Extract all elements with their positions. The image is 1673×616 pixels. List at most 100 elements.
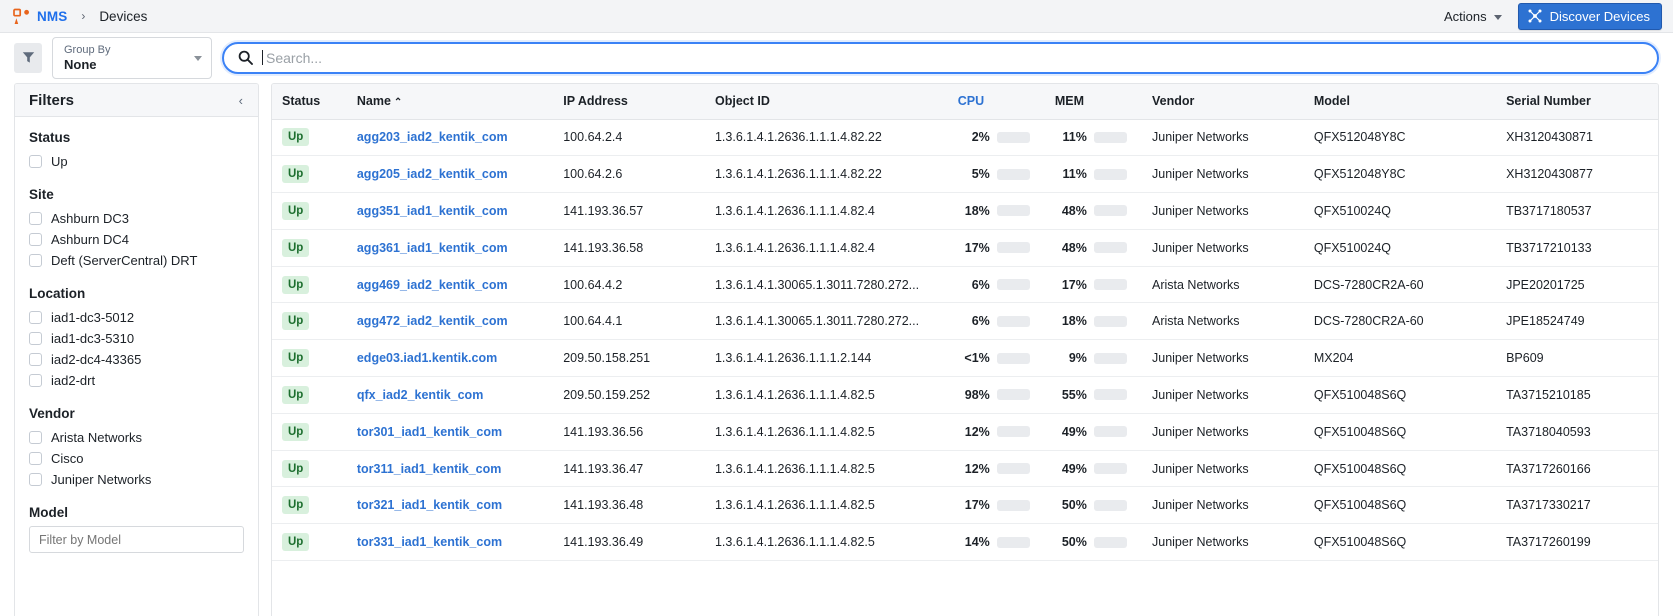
column-header-cpu[interactable]: CPU (947, 84, 1045, 120)
cell-mem-content: 48% (1055, 241, 1132, 255)
table-row[interactable]: Up agg351_iad1_kentik_com 141.193.36.57 1.3… (272, 192, 1658, 230)
cell-cpu: <1% (947, 339, 1045, 378)
device-name-link[interactable]: agg472_iad2_kentik_com (357, 314, 508, 328)
column-header-model[interactable]: Model (1303, 84, 1497, 120)
checkbox[interactable] (29, 332, 42, 345)
checkbox[interactable] (29, 473, 42, 486)
device-name-link[interactable]: tor311_iad1_kentik_com (357, 462, 502, 476)
checkbox[interactable] (29, 431, 42, 444)
checkbox[interactable] (29, 233, 42, 246)
cell-mem-content: 11% (1055, 130, 1132, 144)
table-row[interactable]: Up edge03.iad1.kentik.com 209.50.158.251 1.… (272, 339, 1658, 378)
facet-option-juniper-networks[interactable]: Juniper Networks (29, 469, 244, 490)
cell-object-id: 1.3.6.1.4.1.2636.1.1.1.4.82.5 (704, 450, 948, 488)
device-name-link[interactable]: qfx_iad2_kentik_com (357, 388, 483, 402)
device-name-link[interactable]: agg361_iad1_kentik_com (357, 241, 508, 255)
cell-name: qfx_iad2_kentik_com (346, 376, 554, 414)
table-row[interactable]: Up agg472_iad2_kentik_com 100.64.4.1 1.3.6.… (272, 302, 1658, 341)
cell-cpu-value: 12% (964, 461, 990, 476)
cell-name: tor331_iad1_kentik_com (346, 523, 554, 562)
table-row[interactable]: Up agg203_iad2_kentik_com 100.64.2.4 1.3.6.… (272, 119, 1658, 157)
filter-panel-toggle-button[interactable] (14, 42, 42, 73)
facet-group-vendor: Vendor Arista Networks Cisco Juniper Networ… (29, 406, 244, 490)
table-row[interactable]: Up tor311_iad1_kentik_com 141.193.36.47 1.3… (272, 450, 1658, 488)
device-name-link[interactable]: tor301_iad1_kentik_com (357, 425, 502, 439)
cell-cpu: 6% (947, 266, 1045, 304)
table-row[interactable]: Up agg361_iad1_kentik_com 141.193.36.58 1.3… (272, 229, 1658, 267)
cell-serial-number: TA3718040593 (1496, 413, 1658, 451)
facet-option-cisco[interactable]: Cisco (29, 448, 244, 469)
device-name-link[interactable]: edge03.iad1.kentik.com (357, 351, 497, 365)
cell-mem-content: 9% (1055, 351, 1132, 365)
cell-status: Up (272, 229, 347, 267)
cell-cpu-value: 17% (964, 240, 990, 255)
column-header-serial[interactable]: Serial Number (1496, 84, 1658, 120)
table-row[interactable]: Up agg205_iad2_kentik_com 100.64.2.6 1.3.6.… (272, 155, 1658, 194)
cell-name: tor321_iad1_kentik_com (346, 486, 554, 525)
collapse-sidebar-button[interactable]: ‹ (236, 92, 246, 109)
search-input[interactable]: Search... (222, 41, 1659, 74)
cell-vendor: Juniper Networks (1142, 376, 1304, 414)
mem-usage-bar (1093, 463, 1127, 475)
column-header-mem[interactable]: MEM (1044, 84, 1142, 120)
group-by-select[interactable]: Group By None (52, 36, 212, 79)
cell-status: Up (272, 413, 347, 451)
cell-cpu-value: 18% (964, 203, 990, 218)
checkbox[interactable] (29, 254, 42, 267)
cell-mem-content: 11% (1055, 167, 1132, 181)
device-name-link[interactable]: agg205_iad2_kentik_com (357, 167, 508, 181)
device-name-link[interactable]: tor321_iad1_kentik_com (357, 498, 502, 512)
checkbox[interactable] (29, 452, 42, 465)
table-row[interactable]: Up agg469_iad2_kentik_com 100.64.4.2 1.3.6.… (272, 266, 1658, 304)
cell-vendor: Juniper Networks (1142, 486, 1304, 525)
column-header-name[interactable]: Name ⌃ (346, 84, 554, 120)
column-header-ip[interactable]: IP Address (553, 84, 705, 120)
cell-name: agg361_iad1_kentik_com (346, 229, 554, 267)
cell-object-id: 1.3.6.1.4.1.2636.1.1.1.4.82.5 (704, 376, 948, 414)
table-row[interactable]: Up tor331_iad1_kentik_com 141.193.36.49 1.3… (272, 523, 1658, 562)
discover-devices-button[interactable]: Discover Devices (1517, 2, 1662, 30)
facet-option-ashburn-dc3[interactable]: Ashburn DC3 (29, 208, 244, 229)
column-header-status[interactable]: Status (272, 84, 347, 120)
facet-option-iad2-drt[interactable]: iad2-drt (29, 370, 244, 391)
cell-ip: 100.64.4.2 (553, 266, 705, 304)
facet-option-iad1-dc3-5012[interactable]: iad1-dc3-5012 (29, 307, 244, 328)
table-row[interactable]: Up qfx_iad2_kentik_com 209.50.159.252 1.3.6… (272, 376, 1658, 414)
actions-button[interactable]: Actions (1441, 5, 1505, 28)
checkbox[interactable] (29, 374, 42, 387)
cell-mem: 17% (1044, 266, 1142, 304)
cell-mem-value: 50% (1061, 535, 1087, 550)
cell-status: Up (272, 450, 347, 488)
cell-name: edge03.iad1.kentik.com (346, 339, 554, 378)
cell-model: QFX510048S6Q (1303, 523, 1497, 562)
facet-option-deft-servercentral-drt[interactable]: Deft (ServerCentral) DRT (29, 250, 244, 271)
device-name-link[interactable]: tor331_iad1_kentik_com (357, 535, 502, 549)
checkbox[interactable] (29, 155, 42, 168)
facet-option-label: Up (51, 154, 68, 169)
facet-option-arista-networks[interactable]: Arista Networks (29, 427, 244, 448)
cell-mem-content: 49% (1055, 462, 1132, 476)
facet-option-ashburn-dc4[interactable]: Ashburn DC4 (29, 229, 244, 250)
column-header-oid[interactable]: Object ID (704, 84, 948, 120)
cell-status: Up (272, 266, 347, 304)
device-name-link[interactable]: agg469_iad2_kentik_com (357, 278, 508, 292)
table-row[interactable]: Up tor321_iad1_kentik_com 141.193.36.48 1.3… (272, 486, 1658, 525)
cell-cpu: 98% (947, 376, 1045, 414)
facet-option-iad1-dc3-5310[interactable]: iad1-dc3-5310 (29, 328, 244, 349)
device-name-link[interactable]: agg351_iad1_kentik_com (357, 204, 508, 218)
filters-sidebar-header: Filters ‹ (15, 84, 258, 117)
checkbox[interactable] (29, 212, 42, 225)
device-name-link[interactable]: agg203_iad2_kentik_com (357, 130, 508, 144)
facet-option-up[interactable]: Up (29, 151, 244, 172)
breadcrumb-nms-link[interactable]: NMS (37, 9, 67, 24)
checkbox[interactable] (29, 353, 42, 366)
column-header-vendor[interactable]: Vendor (1142, 84, 1304, 120)
facet-option-iad2-dc4-43365[interactable]: iad2-dc4-43365 (29, 349, 244, 370)
cell-model: QFX510024Q (1303, 192, 1497, 230)
cell-ip: 141.193.36.49 (553, 523, 705, 562)
discover-devices-label: Discover Devices (1549, 8, 1650, 24)
facet-title-model: Model (29, 505, 68, 520)
table-row[interactable]: Up tor301_iad1_kentik_com 141.193.36.56 1.3… (272, 413, 1658, 451)
checkbox[interactable] (29, 311, 42, 324)
model-filter-input[interactable] (29, 526, 244, 553)
